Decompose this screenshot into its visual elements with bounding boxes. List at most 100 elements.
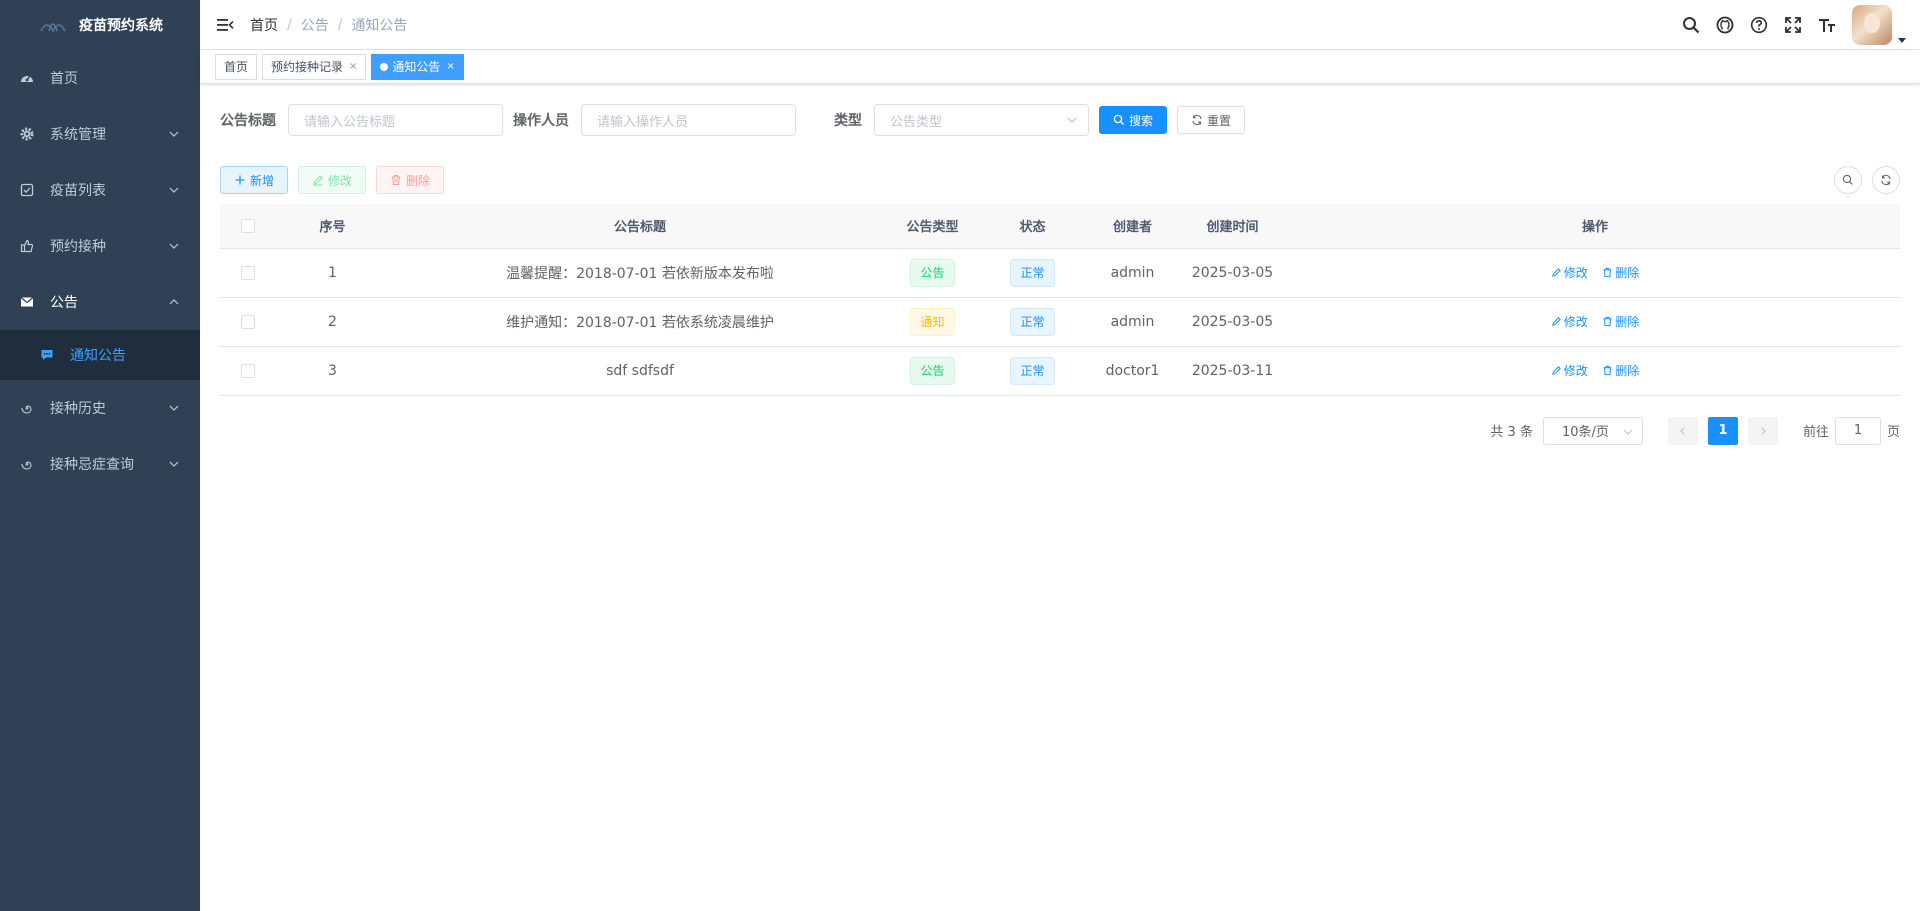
add-button[interactable]: 新增 — [220, 166, 289, 194]
tags-view: 首页 预约接种记录 × 通知公告 × — [200, 50, 1920, 84]
row-select-cell — [220, 346, 275, 396]
sidebar-item-contraindication[interactable]: 接种忌症查询 — [0, 436, 200, 492]
sidebar-item-vaccines[interactable]: 疫苗列表 — [0, 162, 200, 218]
chevron-up-icon — [169, 299, 179, 305]
sidebar-item-notice-list[interactable]: 通知公告 — [0, 330, 200, 380]
cell-no: 1 — [275, 248, 390, 298]
thumb-icon — [20, 239, 34, 253]
table-tools — [1834, 166, 1900, 194]
tag-label: 通知公告 — [392, 59, 441, 74]
sidebar-item-home[interactable]: 首页 — [0, 50, 200, 106]
select-all-checkbox[interactable] — [240, 218, 255, 233]
font-size-icon[interactable] — [1810, 0, 1844, 50]
cell-actions: 修改 删除 — [1290, 297, 1900, 347]
row-delete-link[interactable]: 删除 — [1602, 362, 1639, 379]
cell-title: sdf sdfsdf — [390, 346, 890, 396]
table-row[interactable]: 3 sdf sdfsdf 公告 正常 doctor1 2025-03-11 修改… — [220, 346, 1900, 396]
trash-icon — [1603, 316, 1612, 326]
cell-status: 正常 — [975, 297, 1090, 347]
edit-button[interactable]: 修改 — [298, 166, 367, 194]
row-select-cell — [220, 248, 275, 298]
cell-created: 2025-03-05 — [1175, 297, 1290, 347]
breadcrumb-separator: / — [287, 16, 292, 33]
fullscreen-icon[interactable] — [1776, 0, 1810, 50]
type-select[interactable]: 公告类型 — [874, 104, 1089, 136]
row-edit-link[interactable]: 修改 — [1551, 362, 1588, 379]
sidebar-item-appointment[interactable]: 预约接种 — [0, 218, 200, 274]
chevron-down-icon — [1067, 117, 1077, 123]
edit-icon — [313, 175, 323, 186]
cell-title: 维护通知：2018-07-01 若依系统凌晨维护 — [390, 297, 890, 347]
tag-home[interactable]: 首页 — [215, 53, 258, 80]
goto-page-input[interactable]: 1 — [1834, 416, 1881, 445]
spiral-icon — [20, 457, 34, 471]
sidebar-item-label: 首页 — [50, 71, 78, 87]
chevron-down-icon — [169, 243, 179, 249]
page-size-select[interactable]: 10条/页 — [1542, 416, 1643, 445]
sidebar-item-history[interactable]: 接种历史 — [0, 380, 200, 436]
toggle-search-button[interactable] — [1834, 166, 1862, 194]
type-tag: 公告 — [910, 356, 955, 385]
row-checkbox[interactable] — [240, 363, 255, 378]
row-delete-link[interactable]: 删除 — [1602, 264, 1639, 281]
sidebar-logo[interactable]: 疫苗预约系统 — [0, 0, 200, 50]
title-placeholder: 请输入公告标题 — [304, 114, 396, 130]
avatar[interactable] — [1852, 5, 1892, 45]
title-input[interactable]: 请输入公告标题 — [288, 104, 503, 136]
refresh-icon — [1192, 114, 1202, 126]
search-button[interactable]: 搜索 — [1099, 106, 1168, 134]
table-row[interactable]: 1 温馨提醒：2018-07-01 若依新版本发布啦 公告 正常 admin 2… — [220, 248, 1900, 298]
breadcrumb-home[interactable]: 首页 — [250, 15, 278, 35]
gear-icon — [20, 127, 34, 141]
close-icon[interactable]: × — [446, 55, 454, 79]
sidebar-submenu-notice: 通知公告 — [0, 330, 200, 380]
delete-button-label: 删除 — [406, 173, 431, 188]
chevron-down-icon — [169, 187, 179, 193]
avatar-dropdown[interactable] — [1852, 5, 1906, 45]
next-page-button[interactable] — [1747, 416, 1778, 445]
delete-button[interactable]: 删除 — [376, 166, 445, 194]
operator-input[interactable]: 请输入操作人员 — [581, 104, 796, 136]
refresh-icon — [1881, 174, 1891, 186]
tag-notice[interactable]: 通知公告 × — [371, 53, 464, 80]
goto-label: 前往 — [1802, 425, 1829, 440]
row-edit-link[interactable]: 修改 — [1551, 313, 1588, 330]
sidebar: 疫苗预约系统 首页 系统管理 疫苗列表 预约接种 公告 通知公告 接种历史 接种… — [0, 0, 200, 911]
row-delete-label: 删除 — [1615, 265, 1640, 280]
row-checkbox[interactable] — [240, 314, 255, 329]
column-header: 公告标题 — [390, 204, 890, 249]
add-button-label: 新增 — [250, 173, 275, 188]
close-icon[interactable]: × — [349, 55, 357, 79]
github-icon[interactable] — [1708, 0, 1742, 50]
reset-button[interactable]: 重置 — [1177, 106, 1246, 134]
sidebar-item-system[interactable]: 系统管理 — [0, 106, 200, 162]
dashboard-icon — [20, 71, 34, 85]
cell-no: 3 — [275, 346, 390, 396]
refresh-table-button[interactable] — [1872, 166, 1900, 194]
chevron-down-icon — [1623, 429, 1633, 435]
chevron-down-icon — [169, 131, 179, 137]
table-row[interactable]: 2 维护通知：2018-07-01 若依系统凌晨维护 通知 正常 admin 2… — [220, 297, 1900, 347]
tag-label: 预约接种记录 — [271, 59, 344, 74]
type-tag: 通知 — [910, 307, 955, 336]
row-delete-link[interactable]: 删除 — [1602, 313, 1639, 330]
logo-icon — [37, 9, 69, 41]
search-icon — [1113, 114, 1124, 125]
trash-icon — [1603, 365, 1612, 375]
spiral-icon — [20, 401, 34, 415]
tag-appointment-records[interactable]: 预约接种记录 × — [262, 53, 367, 80]
prev-page-button[interactable] — [1667, 416, 1698, 445]
search-button-label: 搜索 — [1129, 113, 1154, 128]
operator-placeholder: 请输入操作人员 — [597, 114, 689, 130]
help-icon[interactable] — [1742, 0, 1776, 50]
row-checkbox[interactable] — [240, 265, 255, 280]
search-icon[interactable] — [1674, 0, 1708, 50]
sidebar-item-notice[interactable]: 公告 — [0, 274, 200, 330]
row-edit-label: 修改 — [1563, 314, 1588, 329]
edit-icon — [1551, 267, 1561, 277]
chevron-left-icon — [1680, 426, 1685, 435]
page-number[interactable]: 1 — [1707, 416, 1738, 445]
row-edit-link[interactable]: 修改 — [1551, 264, 1588, 281]
chevron-down-icon — [169, 461, 179, 467]
hamburger-icon[interactable] — [200, 0, 250, 50]
